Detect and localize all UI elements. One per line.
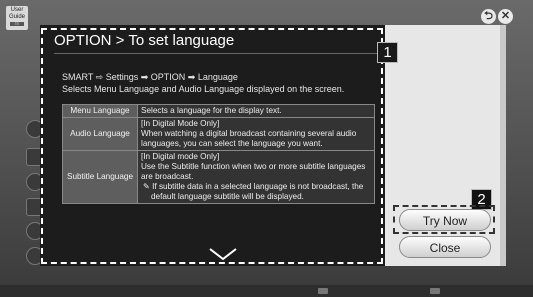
row-line: Selects a language for the display text. [141,106,282,115]
description: Selects Menu Language and Audio Language… [62,84,345,94]
table-row: Subtitle Language [In Digital mode Only]… [62,150,375,204]
table-row: Menu Language Selects a language for the… [62,104,375,118]
row-line: [In Digital mode Only] [141,152,220,161]
close-button[interactable]: Close [399,236,491,258]
language-table: Menu Language Selects a language for the… [62,104,375,204]
row-line: Use the Subtitle function when two or mo… [141,162,366,181]
guide-badge-line2: Guide [8,14,25,20]
row-key: Menu Language [62,104,138,118]
try-now-button[interactable]: Try Now [399,209,491,231]
chevron-down-icon[interactable] [208,247,238,261]
guide-badge-line1: User [10,7,24,13]
bottom-bar-dot [318,288,328,294]
table-row: Audio Language [In Digital Mode Only] Wh… [62,117,375,151]
action-panel-edge [500,25,506,266]
back-icon[interactable]: ⮌ [481,9,496,24]
row-key: Audio Language [62,117,138,151]
row-line: [In Digital Mode Only] [141,119,220,128]
bottom-bar [0,285,533,297]
row-line: When watching a digital broadcast contai… [141,129,357,148]
row-value: Selects a language for the display text. [137,104,375,118]
row-note: ✎ If subtitle data in a selected languag… [143,182,364,201]
row-value: [In Digital mode Only] Use the Subtitle … [137,150,375,204]
callout-marker-1: 1 [377,42,398,63]
guide-badge-tiny: ≡≡ [10,22,24,26]
row-key: Subtitle Language [62,150,138,204]
row-value: [In Digital Mode Only] When watching a d… [137,117,375,151]
bottom-bar-dot [430,288,440,294]
page-title: OPTION > To set language [54,32,235,49]
menu-path: SMART ⇨ Settings ➡ OPTION ➡ Language [62,72,238,82]
close-icon[interactable]: ✕ [498,9,513,24]
title-divider [54,53,378,54]
user-guide-badge: User Guide ≡≡ [6,6,28,30]
